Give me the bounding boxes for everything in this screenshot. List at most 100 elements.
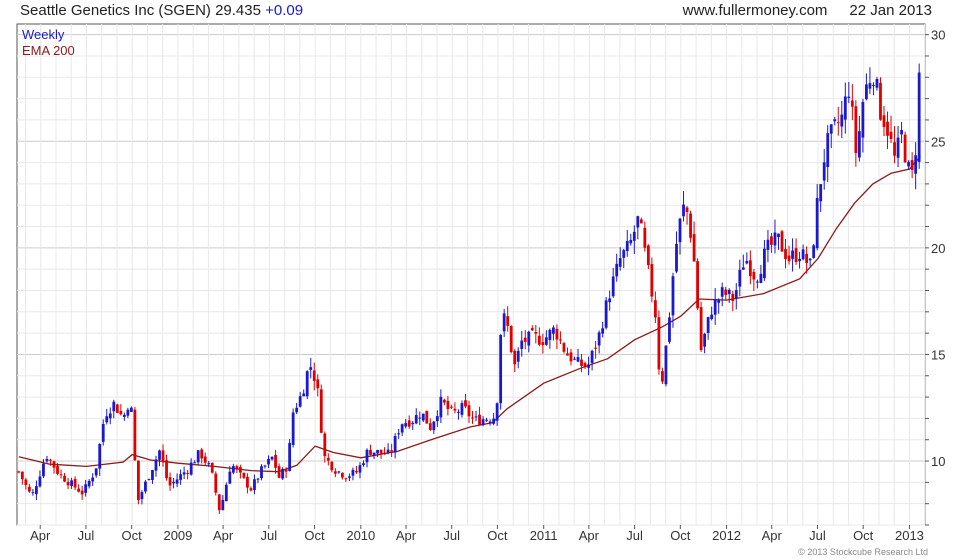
candle-body [794, 248, 798, 262]
candle-body [703, 333, 707, 347]
candle-body [886, 121, 889, 136]
candle-body [861, 101, 865, 138]
candle-body [840, 114, 844, 127]
candle-body [537, 335, 541, 345]
legend-ema: EMA 200 [22, 43, 75, 58]
candle-body [731, 293, 735, 301]
candle-body [615, 263, 619, 277]
candle-body [319, 389, 323, 433]
candle-body [365, 449, 369, 463]
candle-body [253, 479, 256, 490]
candle-body [379, 449, 383, 454]
candle-body [502, 313, 506, 332]
candle-body [893, 142, 896, 156]
candle-body [38, 476, 42, 487]
candle-body [555, 328, 559, 340]
y-tick-label: 15 [931, 347, 945, 362]
candle-body [119, 411, 123, 415]
candle-body [249, 488, 253, 491]
candle-body [689, 213, 692, 238]
weekly-candle [903, 131, 907, 164]
x-tick-label: Apr [396, 528, 417, 543]
candle-body [70, 480, 73, 487]
candle-body [386, 449, 390, 453]
candle-body [323, 433, 327, 457]
candle-body [590, 350, 594, 364]
candle-body [713, 299, 717, 315]
x-tick-label: Apr [762, 528, 783, 543]
candle-body [745, 260, 749, 264]
candle-body [650, 264, 654, 297]
candle-body [682, 204, 685, 217]
candle-body [390, 450, 394, 453]
x-tick-label: 2013 [895, 528, 924, 543]
candle-body [158, 450, 161, 460]
candle-body [478, 414, 481, 425]
price-chart-svg: 1015202530 Apr Jul Oct 2009 Apr Jul Oct 2010 Apr… [16, 23, 945, 557]
candle-body [727, 289, 731, 295]
x-tick-label: 2011 [530, 528, 558, 543]
candle-body [411, 422, 415, 425]
candle-body [826, 133, 830, 167]
weekly-candle [509, 325, 513, 354]
candle-body [45, 458, 49, 462]
candle-body [622, 250, 626, 258]
x-tick-label: Oct [304, 528, 325, 543]
weekly-candle [214, 471, 218, 496]
candle-body [207, 463, 211, 465]
candle-body [843, 96, 847, 120]
candle-body [632, 231, 636, 241]
candle-body [450, 406, 453, 408]
weekly-candle [319, 384, 323, 434]
candle-body [636, 216, 640, 228]
candle-body [291, 412, 295, 445]
stock-chart: Seattle Genetics Inc (SGEN) 29.435 +0.09… [0, 0, 980, 560]
candle-body [576, 356, 580, 362]
candle-body [474, 416, 478, 418]
weekly-candle [425, 410, 429, 424]
weekly-candle [650, 257, 654, 303]
candle-body [664, 345, 668, 385]
candle-body [559, 339, 562, 341]
weekly-candle [699, 301, 703, 352]
candle-body [330, 461, 334, 471]
candle-body [358, 465, 362, 473]
candle-body [471, 417, 474, 419]
candle-body [337, 471, 341, 473]
candle-body [302, 393, 306, 397]
weekly-candle [657, 310, 661, 375]
candle-body [738, 269, 742, 287]
candle-body [752, 271, 756, 280]
candle-body [541, 342, 545, 346]
candle-body [812, 245, 816, 258]
candle-body [400, 424, 404, 433]
candle-body [147, 479, 151, 481]
weekly-candle [137, 460, 140, 505]
candle-body [425, 410, 429, 424]
candle-body [872, 84, 875, 86]
candle-body [914, 155, 918, 174]
x-axis: Apr Jul Oct 2009 Apr Jul Oct 2010 Apr Jul Oct 2011 A… [30, 525, 924, 543]
candle-body [305, 371, 309, 397]
candle-body [481, 419, 485, 426]
plot-area [16, 23, 926, 526]
weekly-candle [696, 258, 699, 310]
candle-body [274, 454, 277, 468]
candle-body [717, 299, 721, 303]
candle-body [372, 452, 376, 456]
candle-body [24, 479, 28, 486]
weekly-candle [210, 462, 214, 474]
candle-body [724, 289, 728, 295]
candle-body [868, 83, 872, 89]
candle-body [657, 317, 661, 370]
candle-body [137, 460, 140, 501]
candle-body [815, 198, 819, 249]
candle-body [692, 234, 696, 262]
candle-body [17, 471, 21, 473]
candle-body [186, 472, 190, 474]
candle-body [829, 124, 833, 134]
candle-body [611, 276, 615, 297]
candle-body [228, 471, 232, 484]
candle-body [35, 486, 38, 495]
candle-body [889, 131, 893, 139]
